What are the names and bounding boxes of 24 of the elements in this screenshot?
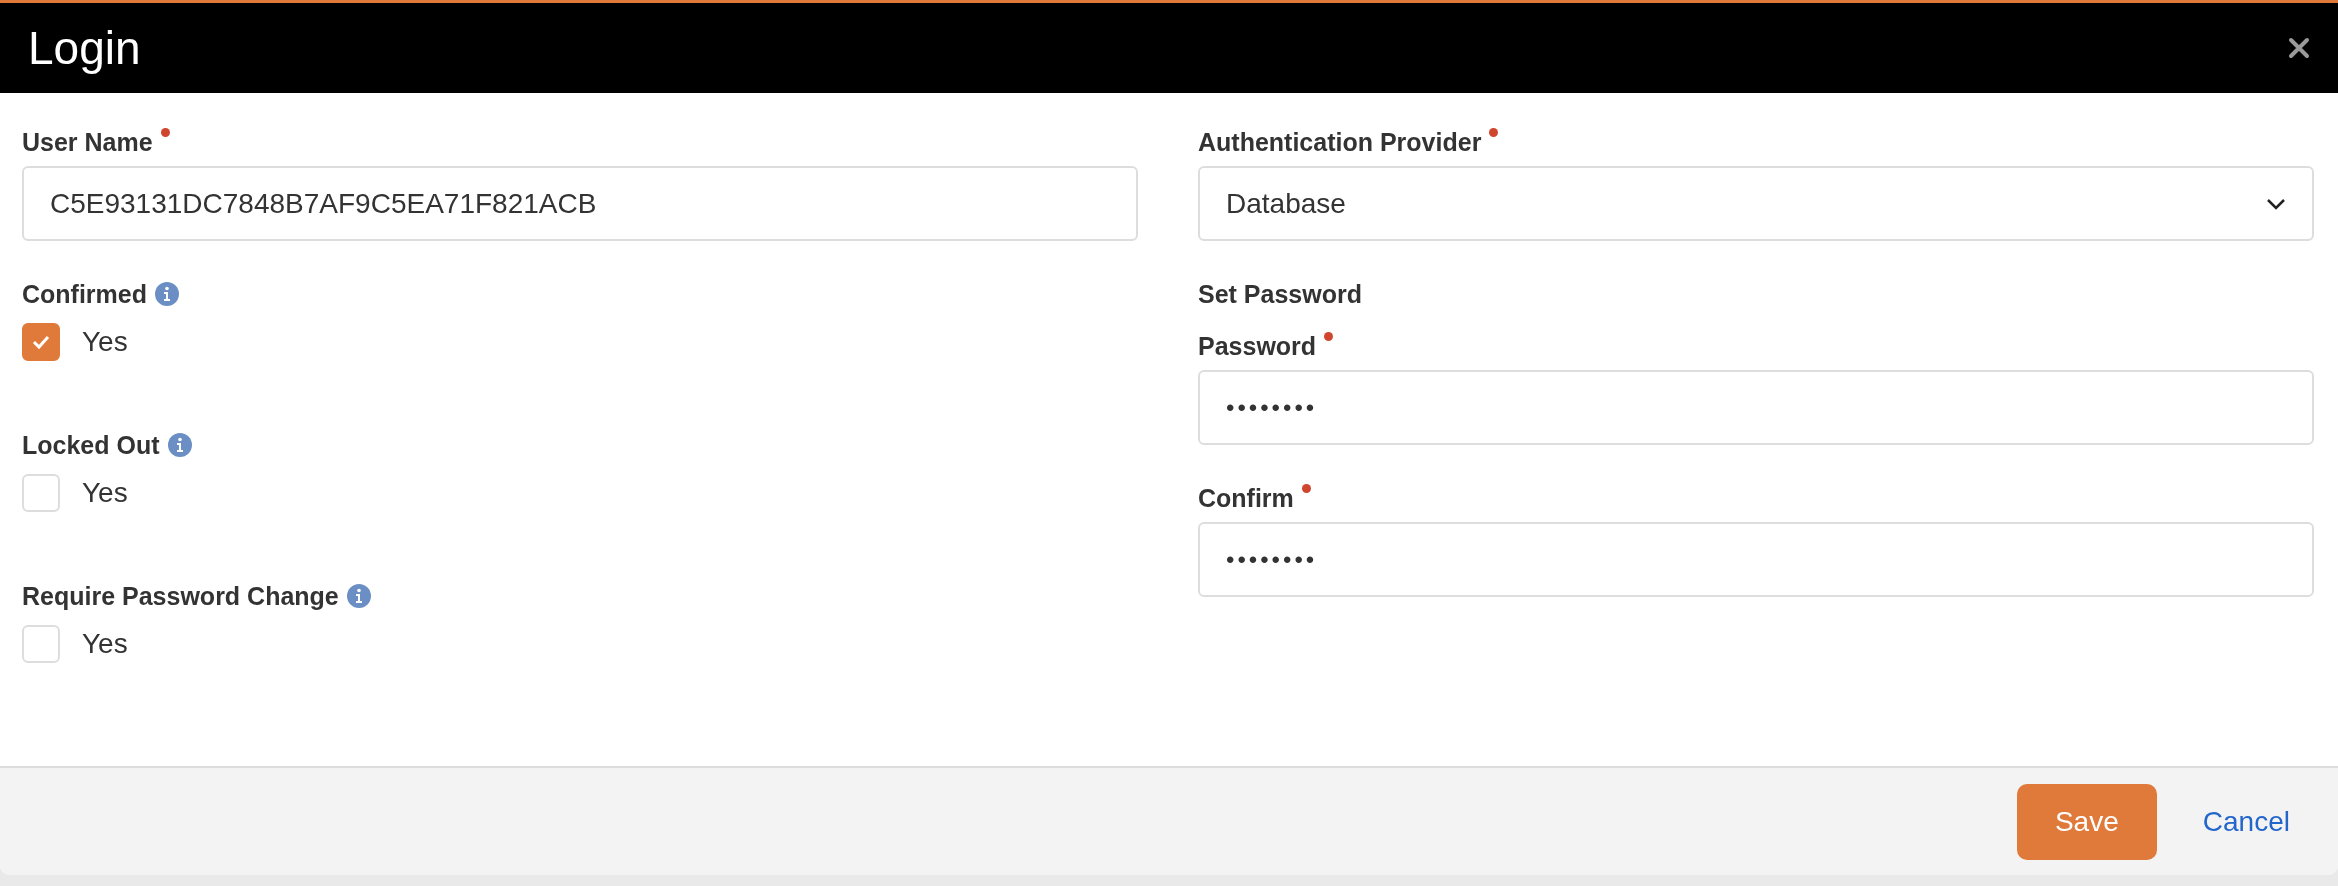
checkbox-label: Yes xyxy=(82,326,128,358)
field-label: Confirm xyxy=(1198,483,1294,513)
dialog-title: Login xyxy=(28,21,141,75)
checkbox-label: Yes xyxy=(82,628,128,660)
field-label: Authentication Provider xyxy=(1198,127,1482,157)
check-icon xyxy=(31,334,51,350)
checkbox-label: Yes xyxy=(82,477,128,509)
field-label: Locked Out xyxy=(22,430,160,460)
field-label: Password xyxy=(1198,331,1317,361)
info-icon[interactable] xyxy=(167,433,192,457)
info-icon[interactable] xyxy=(155,282,179,306)
field-label: User Name xyxy=(22,127,153,157)
close-icon[interactable] xyxy=(2288,37,2310,59)
field-label: Require Password Change xyxy=(22,581,339,611)
field-label: Confirmed xyxy=(22,279,147,309)
info-icon[interactable] xyxy=(346,584,371,608)
password-field[interactable]: •••••••• xyxy=(1198,370,2314,445)
password-field[interactable]: •••••••• xyxy=(1198,522,2314,597)
dropdown-field[interactable]: Database xyxy=(1198,166,2314,241)
cancel-link[interactable]: Cancel xyxy=(2202,805,2290,838)
checkbox[interactable] xyxy=(22,323,60,361)
chevron-down-icon xyxy=(2266,197,2286,210)
text-field[interactable]: C5E93131DC7848B7AF9C5EA71F821ACB xyxy=(22,166,1138,241)
section-heading: Set Password xyxy=(1198,279,1363,310)
